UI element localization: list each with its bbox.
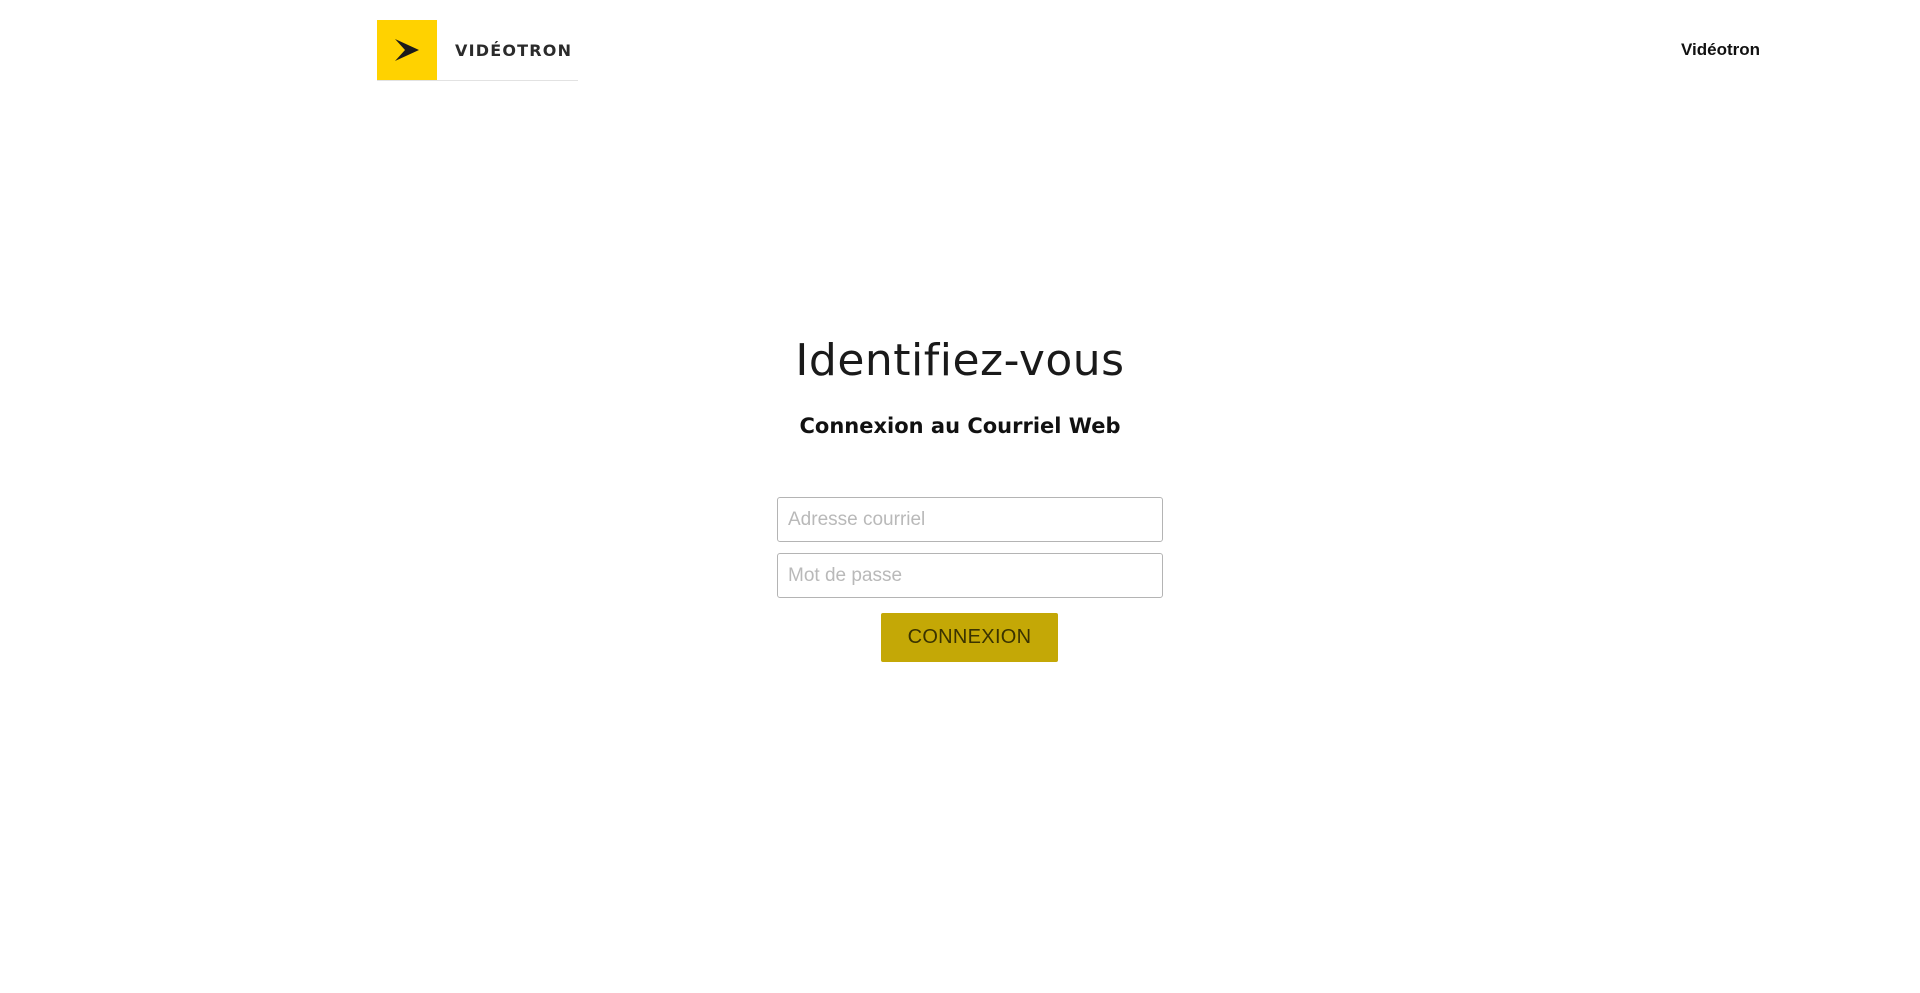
page-title: Identifiez-vous (795, 335, 1125, 386)
site-header: VIDÉOTRON Vidéotron (0, 0, 1920, 100)
password-field[interactable] (777, 553, 1163, 598)
logo-mark (377, 20, 437, 80)
logo-text: VIDÉOTRON (455, 40, 573, 60)
arrow-chevron-icon (395, 39, 419, 61)
page-subtitle: Connexion au Courriel Web (799, 414, 1121, 438)
videotron-link[interactable]: Vidéotron (1460, 40, 1760, 60)
login-button[interactable]: CONNEXION (881, 613, 1058, 662)
email-field[interactable] (777, 497, 1163, 542)
videotron-logo-link[interactable]: VIDÉOTRON (377, 20, 578, 81)
